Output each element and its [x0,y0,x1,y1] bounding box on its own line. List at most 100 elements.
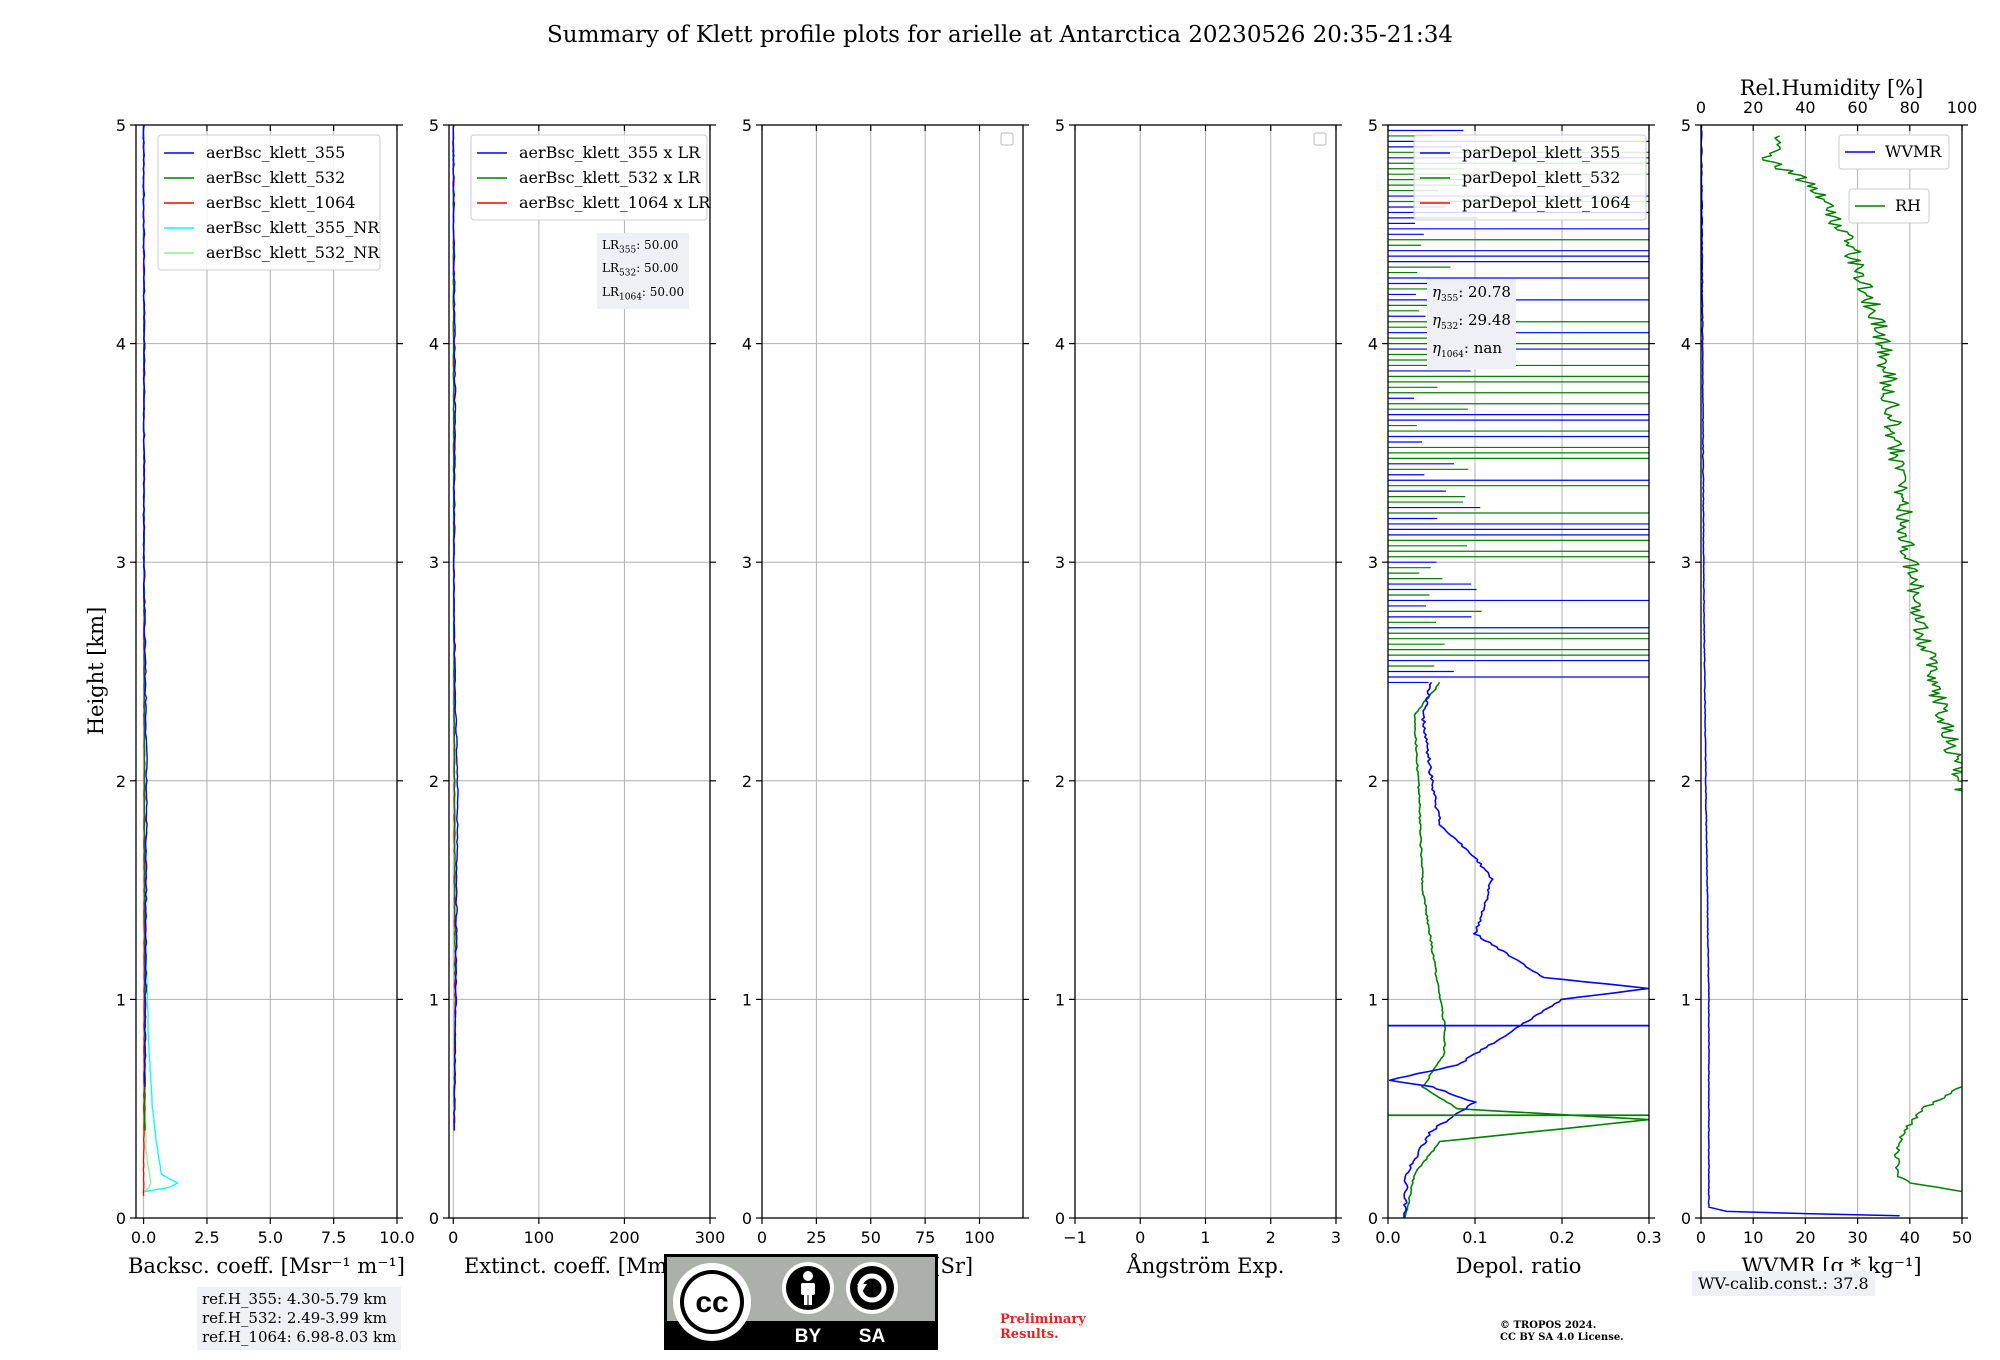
cc-by-sa-badge: cc BY SA [664,1254,938,1350]
sa-share-icon [846,1262,898,1314]
plot-area [142,125,179,1197]
panel-4: −1 0 1 2 3012345Ångström Exp. [1055,116,1342,1278]
y-tick-label: 5 [429,116,439,135]
y-tick-label: 1 [1368,990,1378,1009]
legend-label: aerBsc_klett_1064 x LR [519,193,711,212]
legend-label: parDepol_klett_355 [1462,143,1620,162]
x-tick-label: 75 [915,1228,935,1247]
y-tick-label: 2 [1368,772,1378,791]
x-tick-label: 0.2 [1549,1228,1574,1247]
eta-line-1064: η1064: nan [1432,339,1502,360]
lidar-ratio-box: LR355: 50.00 LR532: 50.00 LR1064: 50.00 [597,233,690,310]
top-tick-label: 80 [1900,98,1920,117]
empty-legend [1313,132,1327,146]
x-tick-label: 100 [964,1228,995,1247]
y-tick-label: 3 [1055,553,1065,572]
legend-label: aerBsc_klett_355_NR [206,218,380,237]
series-depol-355 [1389,681,1649,1218]
legend-label: RH [1895,196,1921,215]
y-tick-label: 5 [1681,116,1691,135]
copyright-note: © TROPOS 2024. CC BY SA 4.0 License. [1500,1320,1624,1343]
y-tick-label: 0 [116,1209,126,1228]
y-tick-label: 3 [1368,553,1378,572]
eta-line-532: η532: 29.48 [1432,311,1511,332]
x-tick-label: 0 [448,1228,458,1247]
axes-frame [135,124,398,1219]
lr-line-1064: LR1064: 50.00 [602,284,685,303]
legend-label: aerBsc_klett_355 x LR [519,143,701,162]
series-depol-532 [1403,682,1649,1218]
legend-label: aerBsc_klett_1064 [206,193,355,212]
y-tick-label: 4 [742,335,752,354]
y-tick-label: 2 [429,772,439,791]
series-355-nr [143,890,179,1193]
y-tick-label: 4 [1055,335,1065,354]
x-tick-label: 20 [1795,1228,1815,1247]
cc-text: cc [695,1286,728,1319]
x-axis-label: Backsc. coeff. [Msr⁻¹ m⁻¹] [128,1254,405,1278]
wv-calibration-box: WV-calib.const.: 37.8 [1692,1271,1875,1296]
y-tick-label: 1 [116,990,126,1009]
panel-6: 0 10 20 30 40 50012345WVMR [g * kg⁻¹]0 20 40 60 8… [1681,76,1977,1278]
y-tick-label: 3 [1681,553,1691,572]
x-tick-label: 10.0 [379,1228,415,1247]
lr-line-532: LR532: 50.00 [602,261,679,279]
y-tick-label: 5 [1055,116,1065,135]
reference-height-box: ref.H_355: 4.30-5.79 km ref.H_532: 2.49-… [197,1287,402,1350]
x-tick-label: 0 [1696,1228,1706,1247]
x-tick-label: 40 [1900,1228,1920,1247]
y-tick-label: 1 [742,990,752,1009]
legend-label: aerBsc_klett_532 [206,168,345,187]
y-tick-label: 2 [742,772,752,791]
y-tick-label: 0 [1681,1209,1691,1228]
y-tick-label: 3 [742,553,752,572]
by-text: BY [795,1326,822,1347]
y-tick-label: 5 [116,116,126,135]
x-tick-label: 0.0 [131,1228,156,1247]
refh-355: ref.H_355: 4.30-5.79 km [202,1290,387,1308]
x-tick-label: 30 [1847,1228,1867,1247]
series-wvmr [1701,125,1900,1217]
y-tick-label: 1 [429,990,439,1009]
y-tick-label: 0 [1368,1209,1378,1228]
top-axis-label: Rel.Humidity [%] [1740,76,1924,100]
series-rh-low [1894,1086,1962,1193]
y-tick-label: 2 [1055,772,1065,791]
x-tick-label: 0.3 [1636,1228,1661,1247]
eta-line-355: η355: 20.78 [1432,283,1511,304]
by-person-icon [782,1262,834,1314]
x-tick-label: 100 [524,1228,555,1247]
x-tick-label: 50 [1952,1228,1972,1247]
y-tick-label: 2 [116,772,126,791]
figure-canvas: 0.0 2.5 5.0 7.5 10.0012345Backsc. coeff. [Ms… [84,76,1977,1278]
y-tick-label: 2 [1681,772,1691,791]
preliminary-note: Preliminary Results. [1000,1312,1086,1342]
plot-area [1701,125,1962,1217]
eta-box: η355: 20.78 η532: 29.48 η1064: nan [1427,279,1516,369]
y-tick-label: 5 [742,116,752,135]
panel-1: 0.0 2.5 5.0 7.5 10.0 0 1 2 3 4 5 Backsc. coeff. [Ms… [116,116,415,1278]
top-tick-label: 40 [1795,98,1815,117]
y-tick-label: 4 [429,335,439,354]
axes-frame [761,124,1024,1219]
x-axis-label: Ångström Exp. [1126,1253,1285,1278]
y-tick-label: 5 [1368,116,1378,135]
top-tick-label: 0 [1696,98,1706,117]
series-rh-upper [1761,135,1962,795]
legend-label: WVMR [1885,142,1942,161]
sa-text: SA [859,1326,886,1347]
empty-legend [1000,132,1014,146]
x-tick-label: 10 [1743,1228,1763,1247]
legend-label: aerBsc_klett_355 [206,143,345,162]
y-axis-label: Height [km] [84,607,108,736]
legend-label: aerBsc_klett_532_NR [206,243,380,262]
x-tick-label: 0.1 [1462,1228,1487,1247]
y-tick-label: 4 [116,335,126,354]
y-tick-label: 3 [429,553,439,572]
x-tick-label: 0.0 [1375,1228,1400,1247]
x-tick-label: 2.5 [194,1228,219,1247]
x-axis-label: Depol. ratio [1456,1254,1582,1278]
x-tick-label: 25 [806,1228,826,1247]
top-tick-label: 60 [1847,98,1867,117]
panel-3: 0255075100012345Lidar ratio [Sr] [742,116,1029,1278]
